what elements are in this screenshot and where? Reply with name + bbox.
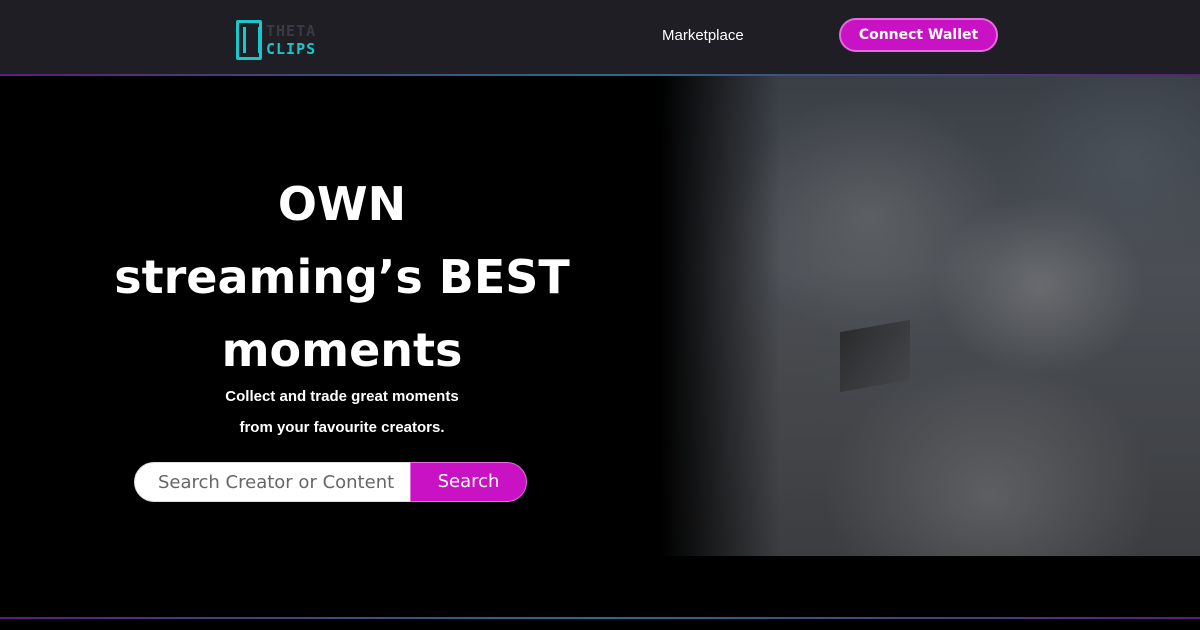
logo-line-2: CLIPS [266, 40, 317, 58]
hero-background-image [660, 76, 1200, 556]
hero-subtitle: Collect and trade great moments from you… [170, 381, 514, 443]
logo-line-1: THETA [266, 22, 317, 40]
hero-title: OWN streaming’s BEST moments [100, 168, 584, 387]
logo-mark-icon [236, 20, 262, 60]
hero-subtitle-line-1: Collect and trade great moments [225, 388, 459, 405]
search-input[interactable] [134, 462, 416, 502]
hero-title-line-2: streaming’s BEST [114, 250, 570, 304]
hero-title-line-1: OWN [277, 177, 407, 231]
nav-link-marketplace[interactable]: Marketplace [662, 27, 744, 44]
hero-subtitle-line-2: from your favourite creators. [239, 419, 445, 436]
connect-wallet-button[interactable]: Connect Wallet [839, 18, 998, 52]
hero-title-line-3: moments [221, 323, 463, 377]
hero-section: OWN streaming’s BEST moments Collect and… [0, 76, 1200, 556]
search-bar: Search [134, 462, 527, 502]
site-header: THETA CLIPS Marketplace Connect Wallet [0, 0, 1200, 76]
footer-divider [0, 617, 1200, 619]
logo-wordmark: THETA CLIPS [266, 22, 326, 58]
theta-clips-logo[interactable]: THETA CLIPS [236, 20, 326, 62]
search-button[interactable]: Search [410, 462, 527, 502]
